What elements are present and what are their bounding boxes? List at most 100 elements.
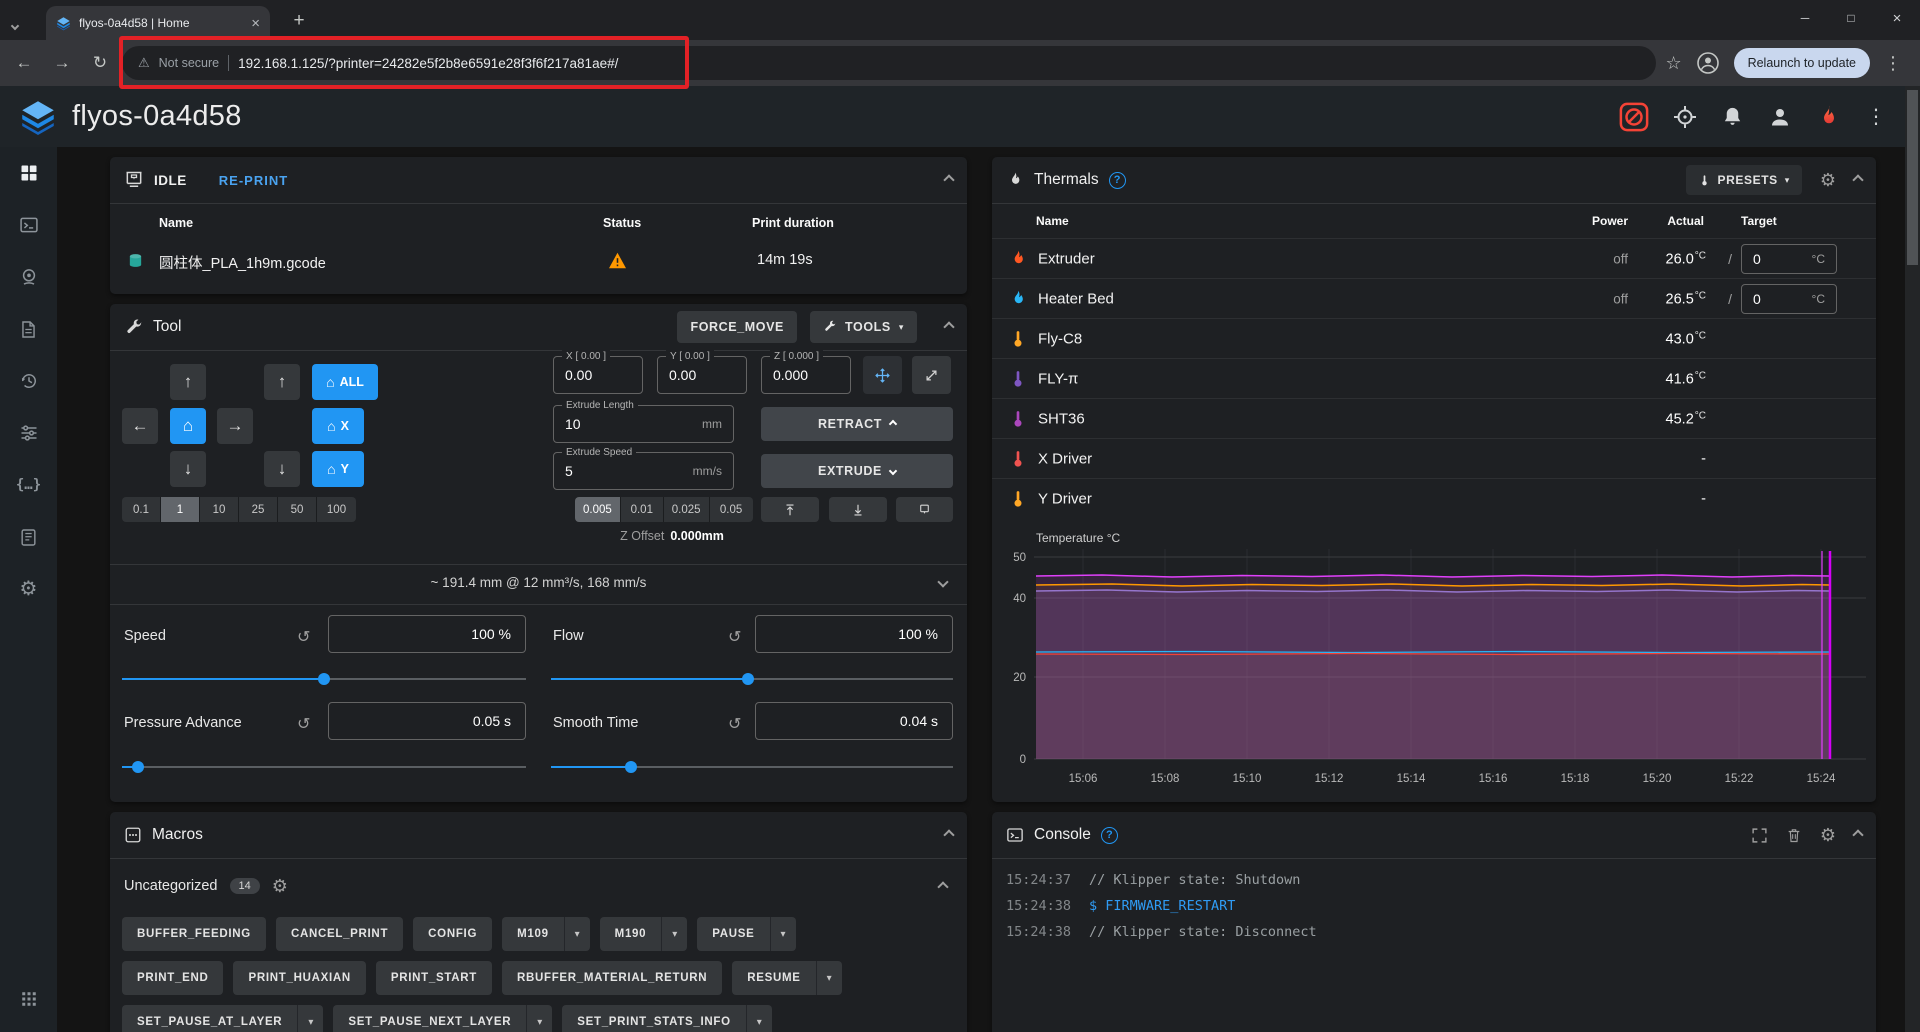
new-tab-button[interactable]: +: [286, 8, 312, 34]
speed-reset-icon[interactable]: ↺: [297, 627, 310, 647]
move-step-option[interactable]: 0.1: [122, 497, 161, 522]
macro-category-label[interactable]: Uncategorized: [124, 878, 218, 894]
jog-x-plus-button[interactable]: →: [217, 408, 253, 444]
sidebar-item-dashboard[interactable]: [0, 147, 57, 199]
extrude-length-field[interactable]: Extrude Length 10 mm: [553, 405, 734, 443]
macro-button[interactable]: PRINT_END: [122, 961, 223, 995]
console-help-icon[interactable]: ?: [1101, 827, 1118, 844]
clear-console-trash-icon[interactable]: [1786, 827, 1802, 844]
bookmark-star-icon[interactable]: ☆: [1665, 53, 1681, 74]
home-x-button[interactable]: ⌂X: [312, 408, 364, 444]
speed-slider[interactable]: [122, 672, 526, 686]
move-step-option-selected[interactable]: 1: [161, 497, 200, 522]
reprint-button[interactable]: RE-PRINT: [219, 173, 288, 188]
extrude-step-option[interactable]: 0.05: [710, 497, 753, 522]
retract-button[interactable]: RETRACT: [761, 407, 953, 441]
macro-dropdown-icon[interactable]: ▾: [746, 1005, 772, 1032]
filament-unload-button[interactable]: [761, 497, 819, 522]
extrude-step-option[interactable]: 0.025: [664, 497, 710, 522]
flow-slider[interactable]: [551, 672, 953, 686]
profile-avatar-icon[interactable]: [1696, 51, 1720, 75]
macro-dropdown-icon[interactable]: ▾: [526, 1005, 552, 1032]
sensor-name[interactable]: SHT36: [1038, 410, 1085, 427]
move-step-option[interactable]: 100: [317, 497, 356, 522]
move-step-option[interactable]: 50: [278, 497, 317, 522]
extrude-step-option[interactable]: 0.01: [621, 497, 664, 522]
extruder-target-field[interactable]: 0°C: [1741, 244, 1837, 274]
sidebar-item-settings[interactable]: ⚙: [0, 563, 57, 615]
macro-button[interactable]: M190: [600, 917, 662, 951]
collapse-category-icon[interactable]: [937, 881, 948, 892]
locate-crosshair-icon[interactable]: [1673, 105, 1697, 129]
collapse-macros-icon[interactable]: [943, 829, 954, 840]
pressure-advance-reset-icon[interactable]: ↺: [297, 714, 310, 734]
sensor-name[interactable]: Y Driver: [1038, 490, 1092, 507]
filament-load-button[interactable]: [829, 497, 887, 522]
smooth-time-slider[interactable]: [551, 760, 953, 774]
fullscreen-icon[interactable]: [1751, 827, 1768, 844]
app-menu-icon[interactable]: ⋮: [1866, 104, 1886, 129]
macro-category-settings-icon[interactable]: ⚙: [272, 877, 288, 895]
window-minimize-button[interactable]: ─: [1782, 0, 1828, 36]
x-position-field[interactable]: X [ 0.00 ]0.00: [553, 356, 643, 394]
brand-flame-logo[interactable]: [1816, 104, 1842, 130]
sidebar-item-jobs[interactable]: [0, 303, 57, 355]
macro-dropdown-icon[interactable]: ▾: [661, 917, 687, 951]
macro-button[interactable]: M109: [502, 917, 564, 951]
z-position-field[interactable]: Z [ 0.000 ]0.000: [761, 356, 851, 394]
y-position-field[interactable]: Y [ 0.00 ]0.00: [657, 356, 747, 394]
extrude-speed-field[interactable]: Extrude Speed 5 mm/s: [553, 452, 734, 490]
macro-button[interactable]: PRINT_START: [376, 961, 492, 995]
job-file-name[interactable]: 圆柱体_PLA_1h9m.gcode: [159, 252, 326, 273]
browser-tab[interactable]: flyos-0a4d58 | Home ×: [46, 6, 270, 40]
jog-z-minus-button[interactable]: ↓: [264, 451, 300, 487]
sidebar-item-configure[interactable]: [0, 511, 57, 563]
collapse-thermals-icon[interactable]: [1852, 174, 1863, 185]
smooth-time-reset-icon[interactable]: ↺: [728, 714, 741, 734]
tab-close-icon[interactable]: ×: [251, 16, 260, 31]
macro-button[interactable]: CANCEL_PRINT: [276, 917, 403, 951]
extrude-button[interactable]: EXTRUDE: [761, 454, 953, 488]
sensor-name[interactable]: FLY-π: [1038, 370, 1078, 387]
macro-dropdown-icon[interactable]: ▾: [564, 917, 590, 951]
macro-button[interactable]: BUFFER_FEEDING: [122, 917, 266, 951]
thermals-settings-icon[interactable]: ⚙: [1820, 171, 1836, 189]
macro-button[interactable]: PRINT_HUAXIAN: [233, 961, 365, 995]
purge-nozzle-button[interactable]: [896, 497, 953, 522]
sidebar-item-history[interactable]: [0, 355, 57, 407]
macro-dropdown-icon[interactable]: ▾: [770, 917, 796, 951]
move-step-option[interactable]: 25: [239, 497, 278, 522]
tab-search-icon[interactable]: [12, 16, 18, 34]
macro-button[interactable]: SET_PRINT_STATS_INFO: [562, 1005, 746, 1032]
collapse-status-icon[interactable]: [943, 174, 954, 185]
jog-x-minus-button[interactable]: ←: [122, 408, 158, 444]
diagonal-move-button[interactable]: [912, 356, 951, 394]
pressure-advance-value-field[interactable]: 0.05 s: [328, 702, 526, 740]
notifications-bell-icon[interactable]: [1721, 105, 1744, 128]
page-scrollbar[interactable]: [1905, 86, 1920, 1032]
jog-y-minus-button[interactable]: ↓: [170, 451, 206, 487]
url-text[interactable]: 192.168.1.125/?printer=24282e5f2b8e6591e…: [238, 56, 618, 71]
macro-button[interactable]: RESUME: [732, 961, 815, 995]
macro-dropdown-icon[interactable]: ▾: [816, 961, 842, 995]
collapse-console-icon[interactable]: [1852, 829, 1863, 840]
speed-value-field[interactable]: 100 %: [328, 615, 526, 653]
emergency-stop-button[interactable]: [1619, 102, 1649, 132]
sidebar-item-console[interactable]: [0, 199, 57, 251]
macro-button[interactable]: SET_PAUSE_AT_LAYER: [122, 1005, 297, 1032]
fluidd-logo[interactable]: [20, 99, 56, 135]
presets-button[interactable]: PRESETS▾: [1686, 165, 1802, 195]
scrollbar-thumb[interactable]: [1907, 90, 1918, 265]
macro-button[interactable]: CONFIG: [413, 917, 492, 951]
forward-button[interactable]: →: [46, 47, 78, 79]
tools-dropdown-button[interactable]: TOOLS▾: [810, 311, 917, 343]
move-step-option[interactable]: 10: [200, 497, 239, 522]
window-close-button[interactable]: ×: [1874, 0, 1920, 36]
sensor-name[interactable]: Heater Bed: [1038, 290, 1114, 307]
position-mode-button[interactable]: [863, 356, 902, 394]
apps-grid-icon[interactable]: [0, 976, 57, 1022]
extrude-step-option-selected[interactable]: 0.005: [575, 497, 621, 522]
flow-reset-icon[interactable]: ↺: [728, 627, 741, 647]
thermals-help-icon[interactable]: ?: [1109, 172, 1126, 189]
console-log[interactable]: 15:24:37// Klipper state: Shutdown 15:24…: [992, 859, 1876, 945]
